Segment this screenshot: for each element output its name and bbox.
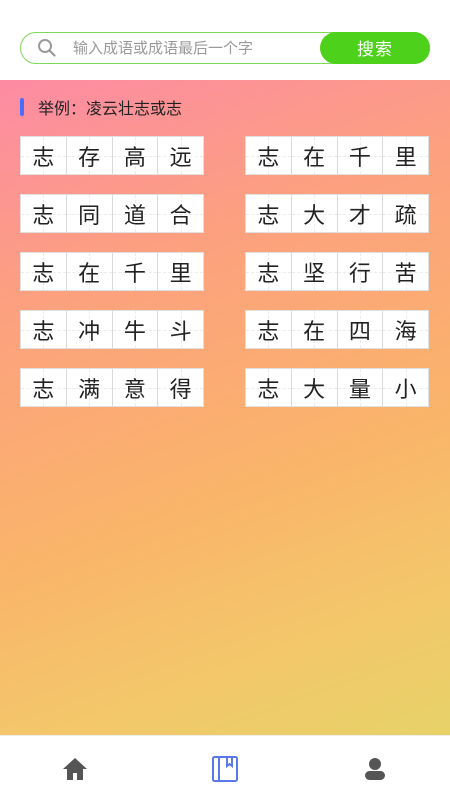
book-icon [212, 755, 238, 782]
idiom-char: 冲 [66, 311, 113, 348]
idiom-char: 四 [337, 311, 384, 348]
idiom-char: 苦 [383, 253, 428, 290]
idiom-char: 志 [21, 253, 67, 290]
idiom-card[interactable]: 志 坚 行 苦 [245, 252, 429, 291]
idiom-card[interactable]: 志 满 意 得 [20, 368, 204, 407]
idiom-char: 在 [291, 137, 338, 174]
idiom-char: 满 [66, 369, 113, 406]
nav-home[interactable] [0, 736, 150, 801]
idiom-card[interactable]: 志 在 千 里 [245, 136, 429, 175]
idiom-char: 在 [66, 253, 113, 290]
idiom-char: 志 [246, 195, 292, 232]
idiom-card[interactable]: 志 在 四 海 [245, 310, 429, 349]
example-accent-bar [20, 98, 24, 116]
idiom-card[interactable]: 志 大 才 疏 [245, 194, 429, 233]
idiom-char: 里 [383, 137, 428, 174]
idiom-card[interactable]: 志 冲 牛 斗 [20, 310, 204, 349]
idiom-char: 疏 [383, 195, 428, 232]
idiom-card[interactable]: 志 同 道 合 [20, 194, 204, 233]
idiom-char: 大 [291, 195, 338, 232]
idiom-card[interactable]: 志 存 高 远 [20, 136, 204, 175]
idiom-char: 大 [291, 369, 338, 406]
idiom-char: 意 [112, 369, 159, 406]
user-icon [365, 757, 385, 780]
idiom-char: 道 [112, 195, 159, 232]
idiom-card[interactable]: 志 在 千 里 [20, 252, 204, 291]
example-text: 举例：凌云壮志或志 [38, 99, 183, 118]
main-content: 举例：凌云壮志或志 志 存 高 远 志 在 千 里 志 同 道 合 志 大 才 … [0, 80, 450, 735]
idiom-char: 志 [246, 311, 292, 348]
bottom-nav [0, 735, 450, 801]
idiom-char: 在 [291, 311, 338, 348]
idiom-char: 志 [21, 369, 67, 406]
idiom-char: 千 [112, 253, 159, 290]
idiom-char: 合 [158, 195, 203, 232]
search-icon [38, 39, 56, 57]
top-bar: 搜索 [0, 0, 450, 80]
idiom-char: 牛 [112, 311, 159, 348]
example-hint: 举例：凌云壮志或志 [20, 96, 182, 118]
home-icon [63, 757, 87, 780]
idiom-char: 坚 [291, 253, 338, 290]
idiom-char: 高 [112, 137, 159, 174]
idiom-char: 存 [66, 137, 113, 174]
idiom-char: 同 [66, 195, 113, 232]
search-button[interactable]: 搜索 [320, 31, 430, 64]
idiom-char: 志 [21, 195, 67, 232]
idiom-char: 远 [158, 137, 203, 174]
idiom-char: 千 [337, 137, 384, 174]
idiom-char: 量 [337, 369, 384, 406]
nav-book[interactable] [150, 736, 300, 801]
idiom-char: 得 [158, 369, 203, 406]
idiom-char: 才 [337, 195, 384, 232]
idiom-char: 海 [383, 311, 428, 348]
idiom-char: 小 [383, 369, 428, 406]
idiom-char: 斗 [158, 311, 203, 348]
idiom-char: 志 [21, 137, 67, 174]
search-bar: 搜索 [20, 31, 430, 64]
idiom-char: 志 [246, 253, 292, 290]
idiom-char: 里 [158, 253, 203, 290]
idiom-char: 志 [21, 311, 67, 348]
idiom-char: 志 [246, 369, 292, 406]
idiom-card[interactable]: 志 大 量 小 [245, 368, 429, 407]
search-input[interactable] [73, 36, 318, 60]
idiom-char: 志 [246, 137, 292, 174]
nav-profile[interactable] [300, 736, 450, 801]
idiom-char: 行 [337, 253, 384, 290]
